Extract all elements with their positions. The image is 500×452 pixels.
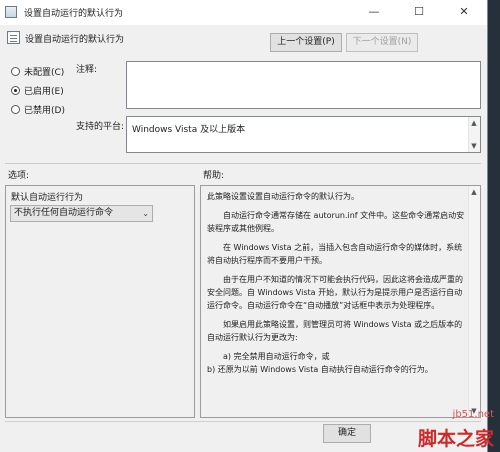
radio-circle bbox=[11, 67, 20, 76]
radio-not-configured[interactable]: 未配置(C) bbox=[11, 65, 64, 78]
scroll-up-icon[interactable]: ▲ bbox=[468, 186, 480, 198]
select-value: 不执行任何自动运行命令 bbox=[14, 208, 114, 218]
comment-label: 注释: bbox=[76, 65, 98, 75]
help-paragraph: a) 完全禁用自动运行命令，或 b) 还原为以前 Windows Vista 自… bbox=[207, 352, 433, 374]
minimize-icon[interactable]: — bbox=[352, 0, 396, 25]
close-icon[interactable]: ✕ bbox=[442, 0, 486, 25]
prev-setting-button[interactable]: 上一个设置(P) bbox=[270, 33, 342, 52]
autorun-behavior-label: 默认自动运行行为 bbox=[11, 193, 84, 203]
help-paragraph: 在 Windows Vista 之前，当插入包含自动运行命令的媒体时，系统将自动… bbox=[207, 243, 463, 265]
section-divider bbox=[5, 163, 481, 164]
window-title: 设置自动运行的默认行为 bbox=[24, 9, 124, 19]
help-paragraph: 自动运行命令通常存储在 autorun.inf 文件中。这些命令通常启动安装程序… bbox=[207, 211, 465, 233]
platform-scrollbar[interactable]: ▲ ▼ bbox=[468, 117, 480, 152]
help-paragraph: 由于在用户不知道的情况下可能会执行代码，因此这将会造成严重的安全问题。自 Win… bbox=[207, 275, 463, 310]
comment-textarea[interactable] bbox=[126, 61, 481, 109]
next-setting-button[interactable]: 下一个设置(N) bbox=[346, 33, 418, 52]
platform-value: Windows Vista 及以上版本 bbox=[132, 125, 246, 135]
watermark-url: jb51.net bbox=[452, 409, 494, 420]
setting-title: 设置自动运行的默认行为 bbox=[25, 35, 125, 45]
maximize-icon[interactable]: ☐ bbox=[397, 0, 441, 25]
help-scrollbar[interactable]: ▲ ▼ bbox=[468, 186, 480, 417]
policy-icon bbox=[5, 6, 17, 18]
policy-dialog: 设置自动运行的默认行为 — ☐ ✕ 设置自动运行的默认行为 上一个设置(P) 下… bbox=[0, 0, 488, 452]
radio-circle bbox=[11, 105, 20, 114]
help-text: 此策略设置设置自动运行命令的默认行为。 自动运行命令通常存储在 autorun.… bbox=[207, 190, 467, 382]
help-panel: 此策略设置设置自动运行命令的默认行为。 自动运行命令通常存储在 autorun.… bbox=[200, 185, 481, 418]
radio-enabled[interactable]: 已启用(E) bbox=[11, 84, 64, 97]
autorun-behavior-select[interactable]: 不执行任何自动运行命令 ⌄ bbox=[10, 205, 153, 222]
platform-label: 支持的平台: bbox=[76, 122, 125, 132]
options-label: 选项: bbox=[8, 171, 30, 181]
setting-icon bbox=[7, 31, 20, 44]
scroll-down-icon[interactable]: ▼ bbox=[468, 140, 480, 152]
help-paragraph: 此策略设置设置自动运行命令的默认行为。 bbox=[207, 192, 359, 201]
radio-circle-checked bbox=[11, 86, 20, 95]
title-bar[interactable]: 设置自动运行的默认行为 — ☐ ✕ bbox=[0, 0, 487, 25]
scroll-up-icon[interactable]: ▲ bbox=[468, 117, 480, 129]
watermark-logo: jb51.net 脚本之家 bbox=[405, 407, 500, 452]
platform-field: Windows Vista 及以上版本 ▲ ▼ bbox=[126, 116, 481, 153]
ok-button[interactable]: 确定 bbox=[323, 424, 371, 443]
help-paragraph: 如果启用此策略设置，则管理员可将 Windows Vista 或之后版本的自动运… bbox=[207, 320, 463, 342]
chevron-down-icon: ⌄ bbox=[142, 209, 149, 218]
help-label: 帮助: bbox=[203, 171, 225, 181]
watermark-logo-text: 脚本之家 bbox=[417, 428, 494, 450]
radio-disabled[interactable]: 已禁用(D) bbox=[11, 103, 65, 116]
